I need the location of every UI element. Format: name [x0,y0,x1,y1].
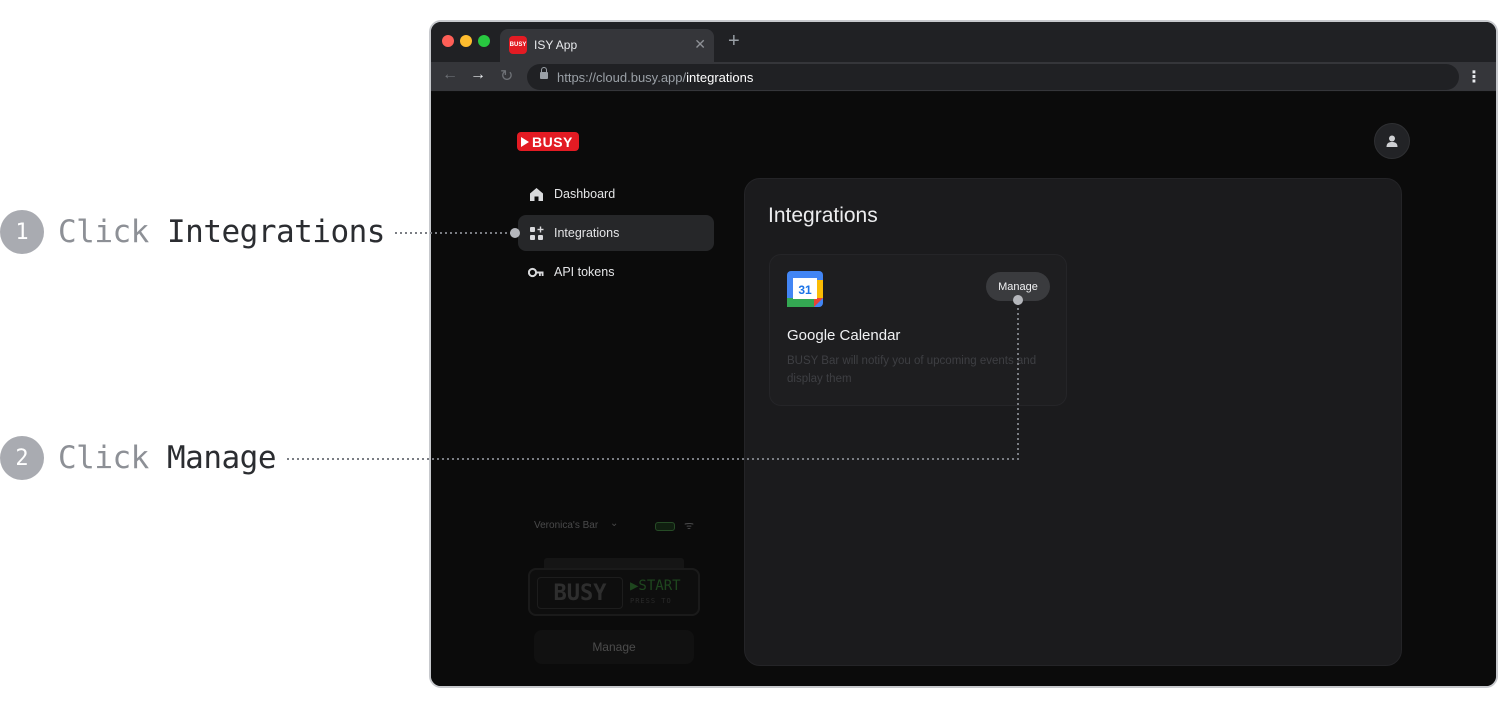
wifi-icon: ᯤ [684,520,695,532]
address-bar[interactable]: https://cloud.busy.app/integrations [527,64,1459,90]
tab-bar: BUSY ISY App ✕ + [431,22,1496,62]
device-screen-right: ▶START [630,578,681,594]
page-title: Integrations [768,204,878,227]
key-icon [527,263,545,281]
minimize-window-button[interactable] [460,35,472,47]
url-path: integrations [686,70,754,85]
integration-description: BUSY Bar will notify you of upcoming eve… [787,355,1037,385]
sidebar-item-label: Dashboard [554,187,616,201]
device-name[interactable]: Veronica's Bar [534,520,598,531]
sidebar-item-dashboard[interactable]: Dashboard [518,176,714,212]
sidebar-item-api-tokens[interactable]: API tokens [518,254,714,290]
device-manage-button[interactable]: Manage [534,630,694,664]
web-page: BUSY Dashboard Integrations API tokens V… [431,92,1496,686]
browser-tab[interactable]: BUSY ISY App ✕ [500,29,714,62]
sidebar-item-label: API tokens [554,265,615,279]
step-target: Manage [167,440,276,476]
sidebar-item-label: Integrations [554,226,620,240]
tab-close-icon[interactable]: ✕ [694,36,706,53]
step-instruction: Click Integrations [58,214,385,250]
new-tab-icon[interactable]: + [728,30,740,53]
play-icon [521,136,529,147]
url-base: https://cloud.busy.app/ [557,70,687,85]
step-number: 2 [0,436,44,480]
device-image: BUSY ▶START PRESS TO [528,568,700,616]
battery-icon [655,522,675,531]
step-target: Integrations [167,214,385,250]
grid-plus-icon [527,224,545,242]
forward-arrow-icon[interactable]: → [470,66,486,84]
step-1-annotation: 1 Click Integrations [0,210,385,254]
sidebar-item-integrations[interactable]: Integrations [518,215,714,251]
step-2-annotation: 2 Click Manage [0,436,276,480]
back-arrow-icon[interactable]: ← [442,66,458,84]
close-window-button[interactable] [442,35,454,47]
tab-title: ISY App [534,38,578,52]
browser-toolbar: ← → ↻ https://cloud.busy.app/integration… [431,62,1496,92]
integrations-panel: Integrations 31 Manage Google Calendar B… [744,178,1402,666]
integration-card-google-calendar: 31 Manage Google Calendar BUSY Bar will … [769,254,1067,406]
logo-text: BUSY [532,133,573,150]
calendar-day-number: 31 [798,283,812,297]
favicon-icon: BUSY [509,36,527,54]
device-screen-sub: PRESS TO [630,597,672,605]
home-icon [527,185,545,203]
more-options-icon[interactable]: ⋮ [1466,67,1482,87]
busy-logo[interactable]: BUSY [517,132,579,151]
step-verb: Click [58,214,149,250]
step-verb: Click [58,440,149,476]
google-calendar-icon: 31 [787,271,823,307]
lock-icon [540,67,548,79]
browser-window: BUSY ISY App ✕ + ← → ↻ https://cloud.bus… [429,20,1498,688]
device-top-bar [544,558,684,568]
reload-icon[interactable]: ↻ [500,66,513,86]
chevron-down-icon[interactable]: ⌄ [610,518,618,529]
step-instruction: Click Manage [58,440,276,476]
user-avatar-button[interactable] [1374,123,1410,159]
maximize-window-button[interactable] [478,35,490,47]
device-screen-left: BUSY [537,577,623,609]
user-icon [1386,135,1398,147]
url-text: https://cloud.busy.app/integrations [557,70,753,85]
integration-title: Google Calendar [787,327,901,344]
device-widget: Veronica's Bar ⌄ ᯤ BUSY ▶START PRESS TO … [516,504,716,674]
manage-button[interactable]: Manage [986,272,1050,301]
step-number: 1 [0,210,44,254]
